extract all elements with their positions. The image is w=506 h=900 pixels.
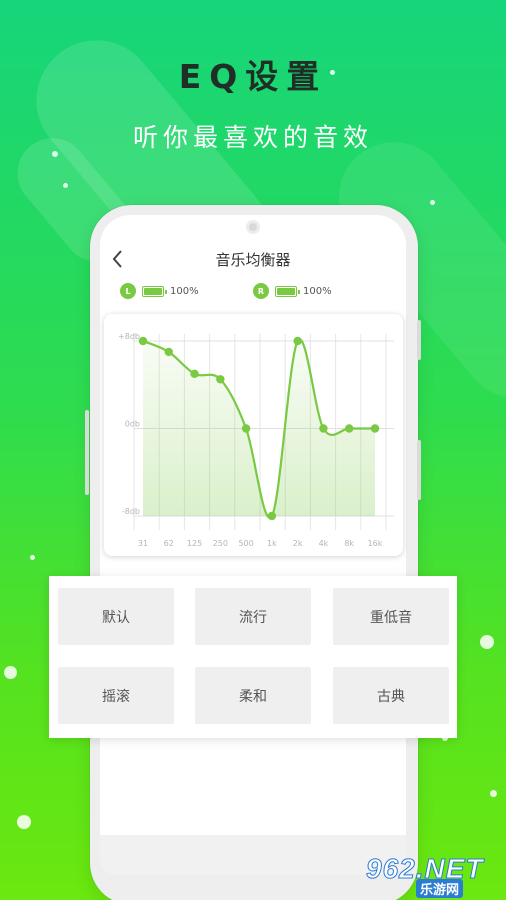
x-tick-label: 1k (267, 539, 277, 548)
battery-level (144, 287, 162, 295)
x-tick-label: 2k (293, 539, 303, 548)
x-tick-label: 250 (213, 539, 228, 548)
channel-right: R 100% (253, 282, 332, 300)
channel-badge: L (120, 283, 136, 299)
battery-icon (142, 285, 167, 297)
x-tick-label: 4k (319, 539, 329, 548)
watermark-logo: 962.NET 乐游网 (366, 853, 500, 898)
phone-side-button (85, 410, 89, 495)
background-dot (30, 555, 35, 560)
eq-point (319, 424, 328, 433)
background-dot (17, 815, 31, 829)
y-tick-label: -8db (122, 507, 140, 516)
equalizer-chart: +8db 0db -8db 31 62 125 250 500 1k 2k 4k 8k 16k (104, 314, 403, 556)
preset-default-button[interactable]: 默认 (58, 588, 174, 645)
battery-percent: 100% (303, 285, 332, 297)
eq-point (138, 336, 148, 346)
background-dot (430, 200, 435, 205)
x-tick-label: 8k (344, 539, 354, 548)
hero-title: EQ设置 (178, 57, 328, 96)
y-tick-label: 0db (125, 420, 140, 429)
equalizer-svg: +8db 0db -8db 31 62 125 250 500 1k 2k 4k 8k 16k (118, 332, 394, 548)
preset-classical-button[interactable]: 古典 (333, 667, 449, 724)
channel-left: L 100% (120, 282, 199, 300)
y-tick-label: +8db (118, 332, 140, 341)
background-dot (4, 666, 17, 679)
eq-point (216, 375, 225, 384)
background-dot (63, 183, 68, 188)
background-dot (480, 635, 494, 649)
eq-point (370, 424, 380, 433)
battery-percent: 100% (170, 285, 199, 297)
x-tick-label: 31 (138, 539, 148, 548)
eq-point (164, 347, 173, 357)
camera-icon (246, 220, 260, 234)
preset-rock-button[interactable]: 摇滚 (58, 667, 174, 724)
preset-soft-button[interactable]: 柔和 (195, 667, 311, 724)
x-tick-label: 62 (164, 539, 174, 548)
battery-level (277, 287, 295, 295)
background-dot (490, 790, 497, 797)
x-tick-label: 500 (238, 539, 253, 548)
x-tick-label: 125 (187, 539, 202, 548)
watermark-text: 乐游网 (416, 879, 464, 898)
preset-pop-button[interactable]: 流行 (195, 588, 311, 645)
x-tick-label: 16k (368, 539, 383, 548)
eq-point (241, 424, 251, 433)
hero-subtitle: 听你最喜欢的音效 (132, 123, 373, 152)
eq-point (267, 511, 277, 521)
screen-footer (100, 835, 406, 875)
preset-bass-button[interactable]: 重低音 (333, 588, 449, 645)
phone-side-button (417, 320, 421, 360)
battery-icon (275, 285, 300, 297)
screen-title: 音乐均衡器 (215, 251, 291, 269)
eq-point (190, 369, 199, 379)
phone-side-button (417, 440, 421, 500)
eq-point (293, 336, 302, 346)
preset-panel: 默认 流行 重低音 摇滚 柔和 古典 (49, 576, 457, 738)
channel-badge: R (253, 283, 269, 299)
eq-point (345, 424, 354, 433)
